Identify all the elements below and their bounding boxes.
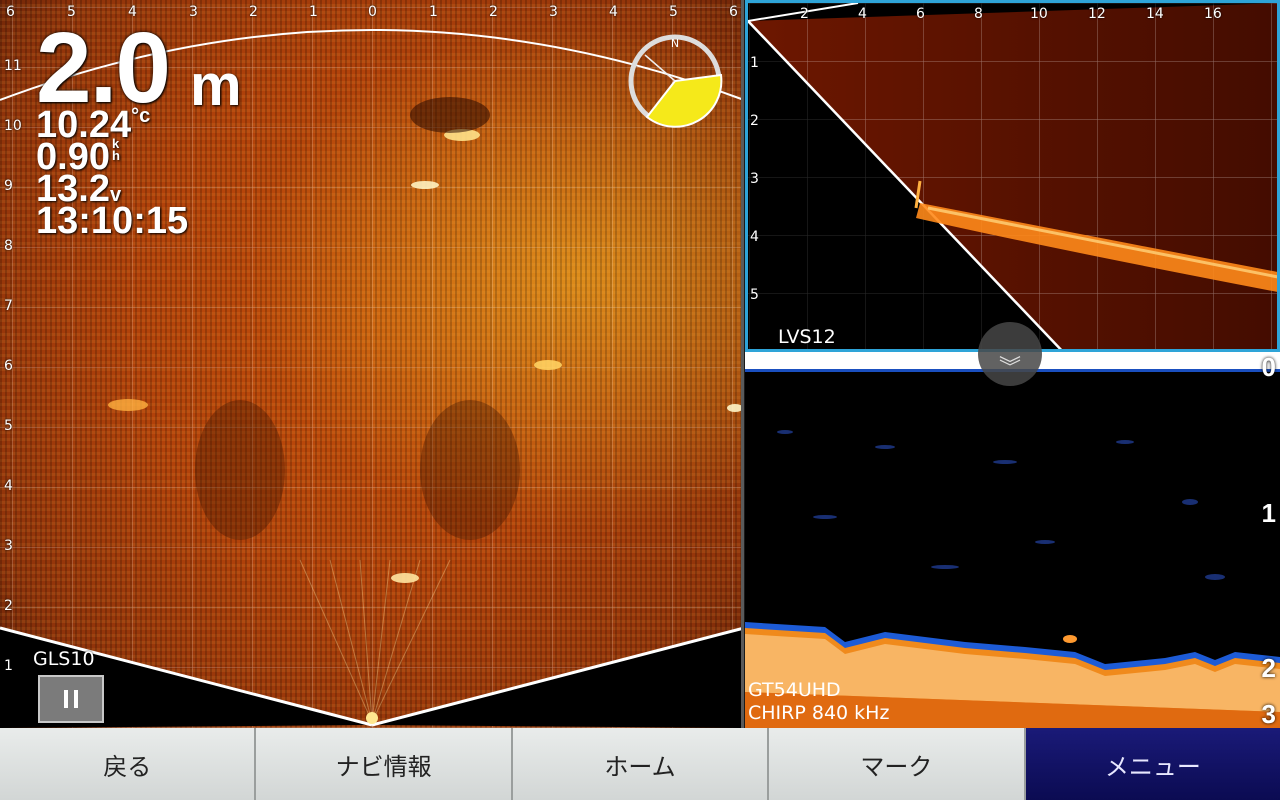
home-button[interactable]: ホーム (512, 728, 770, 800)
scale-left-label: 2 (4, 598, 13, 614)
lvs-scale-left-label: 5 (750, 287, 759, 303)
scale-top-label: 2 (489, 4, 498, 20)
sonar-source-label: GLS10 (33, 648, 95, 670)
downscan-sonar-view[interactable]: 0 1 2 3 GT54UHD CHIRP 840 kHz (745, 352, 1280, 728)
scale-top-label: 6 (6, 4, 15, 20)
scale-left-label: 3 (4, 538, 13, 554)
double-chevron-down-icon: ︾ (998, 356, 1021, 381)
collapse-panel-button[interactable]: ︾ (978, 322, 1042, 386)
scale-left-label: 9 (4, 178, 13, 194)
scale-top-label: 0 (368, 4, 377, 20)
scale-left-label: 10 (4, 118, 22, 134)
speed-unit-bottom: h (111, 148, 120, 163)
side-scan-sonar-view[interactable]: 6 5 4 3 2 1 0 1 2 3 4 5 6 11 10 9 8 7 6 … (0, 0, 744, 728)
livescope-plot (748, 3, 1277, 349)
pause-icon (64, 690, 68, 708)
scale-top-label: 3 (189, 4, 198, 20)
speed-unit: kh (111, 137, 120, 163)
depth-readout: 2.0 (36, 12, 171, 124)
lvs-scale-top-label: 12 (1088, 6, 1106, 22)
scale-top-label: 3 (549, 4, 558, 20)
mark-button[interactable]: マーク (769, 728, 1026, 800)
scale-top-label: 1 (429, 4, 438, 20)
livescope-view[interactable]: 2 4 6 8 10 12 14 16 1 2 3 4 5 LVS12 (745, 0, 1280, 352)
heading-compass-icon[interactable]: N (627, 33, 723, 129)
depth-scale-label: 2 (1261, 653, 1276, 683)
scale-top-label: 4 (609, 4, 618, 20)
scale-left-label: 1 (4, 658, 13, 674)
lvs-scale-left-label: 3 (750, 171, 759, 187)
livescope-source-label: LVS12 (778, 326, 836, 348)
lvs-scale-top-label: 4 (858, 6, 867, 22)
scale-left-label: 4 (4, 478, 13, 494)
pause-icon (74, 690, 78, 708)
scale-top-label: 5 (669, 4, 678, 20)
back-button[interactable]: 戻る (0, 728, 257, 800)
lvs-scale-top-label: 10 (1030, 6, 1048, 22)
lvs-scale-top-label: 8 (974, 6, 983, 22)
depth-scale-label: 3 (1261, 699, 1276, 728)
menu-button[interactable]: メニュー (1025, 728, 1280, 800)
scale-left-label: 8 (4, 238, 13, 254)
depth-unit: m (190, 53, 242, 118)
scale-top-label: 2 (249, 4, 258, 20)
scale-left-label: 5 (4, 418, 13, 434)
lvs-scale-left-label: 2 (750, 113, 759, 129)
transducer-model-label: GT54UHD (748, 679, 841, 701)
lvs-scale-top-label: 2 (800, 6, 809, 22)
lvs-scale-left-label: 1 (750, 55, 759, 71)
clock-readout: 13:10:15 (36, 200, 189, 242)
lvs-scale-top-label: 14 (1146, 6, 1164, 22)
scale-left-label: 7 (4, 298, 13, 314)
scale-left-label: 11 (4, 58, 22, 74)
scale-top-label: 6 (729, 4, 738, 20)
downscan-plot (745, 430, 1280, 728)
lvs-scale-top-label: 6 (916, 6, 925, 22)
lvs-scale-top-label: 16 (1204, 6, 1222, 22)
lvs-scale-left-label: 4 (750, 229, 759, 245)
scale-top-label: 1 (309, 4, 318, 20)
depth-scale-label: 1 (1261, 498, 1276, 528)
depth-scale-label: 0 (1261, 352, 1276, 382)
bottom-nav-bar: 戻る ナビ情報 ホーム マーク メニュー (0, 728, 1280, 800)
navi-info-button[interactable]: ナビ情報 (256, 728, 513, 800)
water-temp-unit: °c (131, 105, 151, 127)
transducer-frequency-label: CHIRP 840 kHz (748, 702, 890, 724)
compass-north-label: N (671, 37, 679, 50)
scale-left-label: 6 (4, 358, 13, 374)
pause-button[interactable] (38, 675, 104, 723)
